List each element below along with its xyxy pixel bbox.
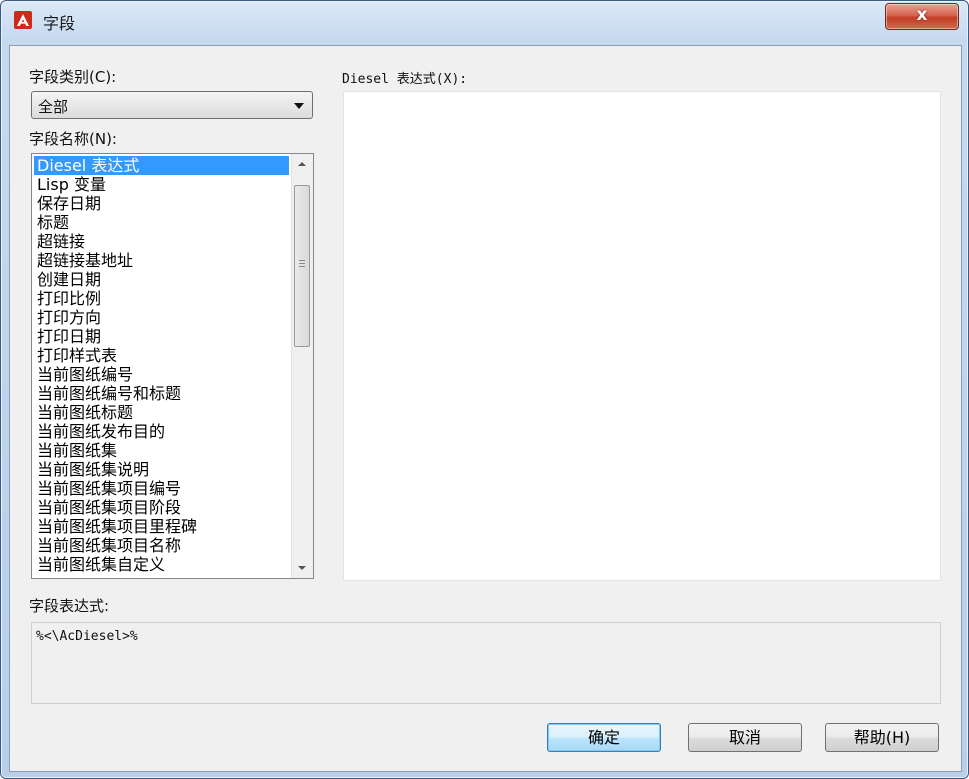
field-names-items: Diesel 表达式 Lisp 变量 保存日期 标题 超链接 超链接基地址 创建日期 打印比例…	[34, 156, 289, 574]
list-item[interactable]: 打印比例	[34, 289, 289, 308]
close-button[interactable]: x	[885, 3, 959, 30]
list-item[interactable]: 当前图纸编号	[34, 365, 289, 384]
dialog-body: 字段类别(C): 全部 字段名称(N): Diesel 表达式 Lisp 变量 保存…	[9, 45, 962, 772]
chevron-down-icon	[294, 103, 304, 109]
list-item[interactable]: 超链接	[34, 232, 289, 251]
list-item[interactable]: 保存日期	[34, 194, 289, 213]
scroll-down-icon[interactable]	[292, 557, 313, 578]
scroll-up-icon[interactable]	[292, 154, 313, 175]
list-item[interactable]: 创建日期	[34, 270, 289, 289]
field-category-value: 全部	[38, 98, 69, 116]
list-item[interactable]: 当前图纸集项目编号	[34, 479, 289, 498]
list-item[interactable]: 当前图纸集项目名称	[34, 536, 289, 555]
window-title: 字段	[43, 14, 76, 33]
list-item[interactable]: 当前图纸集项目阶段	[34, 498, 289, 517]
list-item[interactable]: Diesel 表达式	[34, 156, 289, 175]
title-bar[interactable]: 字段 x	[1, 1, 968, 37]
field-names-list[interactable]: Diesel 表达式 Lisp 变量 保存日期 标题 超链接 超链接基地址 创建日期 打印比例…	[31, 153, 314, 579]
list-item[interactable]: 当前图纸集说明	[34, 460, 289, 479]
field-category-label: 字段类别(C):	[29, 68, 117, 86]
list-item[interactable]: 当前图纸集自定义	[34, 555, 289, 574]
list-item[interactable]: 当前图纸编号和标题	[34, 384, 289, 403]
field-category-dropdown[interactable]: 全部	[31, 91, 313, 119]
grip-icon	[299, 260, 305, 261]
cancel-button[interactable]: 取消	[688, 723, 802, 752]
diesel-expression-input[interactable]	[343, 91, 941, 581]
list-item[interactable]: 打印方向	[34, 308, 289, 327]
field-expression-label: 字段表达式:	[29, 597, 110, 615]
list-item[interactable]: 当前图纸发布目的	[34, 422, 289, 441]
autocad-logo-icon	[14, 11, 32, 29]
list-item[interactable]: 打印样式表	[34, 346, 289, 365]
close-icon: x	[916, 5, 928, 25]
list-item[interactable]: 打印日期	[34, 327, 289, 346]
diesel-expression-label: Diesel 表达式(X):	[342, 72, 468, 87]
field-names-label: 字段名称(N):	[29, 130, 117, 148]
ok-button[interactable]: 确定	[547, 723, 661, 752]
list-item[interactable]: 当前图纸集项目里程碑	[34, 517, 289, 536]
list-item[interactable]: 当前图纸集	[34, 441, 289, 460]
help-button[interactable]: 帮助(H)	[825, 723, 939, 752]
list-item[interactable]: 超链接基地址	[34, 251, 289, 270]
list-item[interactable]: Lisp 变量	[34, 175, 289, 194]
field-expression-value: %<\AcDiesel>%	[36, 629, 138, 644]
field-dialog: 字段 x 字段类别(C): 全部 字段名称(N): Diesel 表达式 Lisp…	[0, 0, 969, 779]
list-scrollbar[interactable]	[291, 154, 313, 578]
field-expression-box: %<\AcDiesel>%	[31, 622, 941, 704]
list-item[interactable]: 标题	[34, 213, 289, 232]
list-item[interactable]: 当前图纸标题	[34, 403, 289, 422]
scroll-thumb[interactable]	[294, 185, 310, 347]
